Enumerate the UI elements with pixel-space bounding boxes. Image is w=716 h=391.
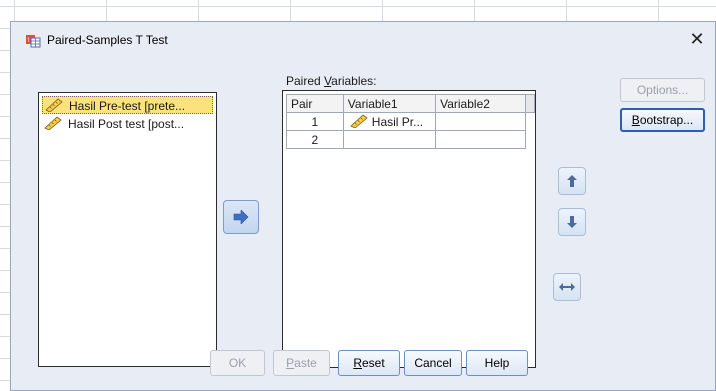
arrow-up-icon <box>567 175 577 187</box>
table-scroll-gutter <box>526 131 535 149</box>
move-up-button[interactable] <box>558 167 586 195</box>
ok-button[interactable]: OK <box>210 350 265 376</box>
swap-horizontal-icon <box>559 283 575 291</box>
close-icon[interactable]: ✕ <box>685 28 709 50</box>
source-item-label: Hasil Post test [post... <box>68 117 185 131</box>
dialog-title: Paired-Samples T Test <box>47 33 168 47</box>
paired-variables-table: Pair Variable1 Variable2 1 Hasil Pr... 2 <box>286 94 535 149</box>
move-to-paired-button[interactable] <box>223 200 259 234</box>
table-row[interactable]: 1 Hasil Pr... <box>286 112 535 131</box>
options-button[interactable]: Options... <box>620 78 705 102</box>
source-item-label: Hasil Pre-test [prete... <box>69 99 186 113</box>
paired-variables-label: Paired Variables: <box>286 74 377 88</box>
variable1-value: Hasil Pr... <box>371 115 424 129</box>
table-scroll-gutter <box>526 113 535 131</box>
variable2-cell[interactable] <box>435 112 527 131</box>
table-scroll-gutter <box>525 94 535 113</box>
pair-number-cell: 2 <box>286 130 344 149</box>
help-button[interactable]: Help <box>466 350 528 376</box>
title-bar: t Paired-Samples T Test ✕ <box>11 22 715 58</box>
table-row[interactable]: 2 <box>286 130 535 149</box>
variable1-cell[interactable]: Hasil Pr... <box>342 112 437 131</box>
source-item-pretest[interactable]: Hasil Pre-test [prete... <box>42 96 213 114</box>
variable1-cell[interactable] <box>342 130 437 149</box>
paired-samples-dialog: t Paired-Samples T Test ✕ Hasil Pre-test… <box>10 21 716 391</box>
scale-ruler-icon <box>350 114 368 128</box>
reset-button[interactable]: Reset <box>338 350 400 376</box>
move-down-button[interactable] <box>558 208 586 236</box>
swap-variables-button[interactable] <box>553 273 581 301</box>
variable2-cell[interactable] <box>435 130 527 149</box>
cancel-button[interactable]: Cancel <box>404 350 462 376</box>
table-header-row: Pair Variable1 Variable2 <box>286 94 535 113</box>
pair-number-cell: 1 <box>286 112 344 131</box>
source-item-posttest[interactable]: Hasil Post test [post... <box>42 115 213 133</box>
t-test-app-icon: t <box>26 35 41 48</box>
arrow-down-icon <box>567 216 577 228</box>
paste-button[interactable]: Paste <box>273 350 330 376</box>
arrow-right-icon <box>233 210 249 224</box>
source-variable-list[interactable]: Hasil Pre-test [prete... Hasil Post test… <box>38 92 217 367</box>
scale-ruler-icon <box>44 116 62 130</box>
column-header-variable1: Variable1 <box>342 94 437 113</box>
column-header-variable2: Variable2 <box>435 94 527 113</box>
bootstrap-button[interactable]: Bootstrap... <box>620 108 705 132</box>
column-header-pair: Pair <box>286 94 344 113</box>
paired-variables-box[interactable]: Pair Variable1 Variable2 1 Hasil Pr... 2 <box>282 90 536 368</box>
scale-ruler-icon <box>45 98 63 112</box>
